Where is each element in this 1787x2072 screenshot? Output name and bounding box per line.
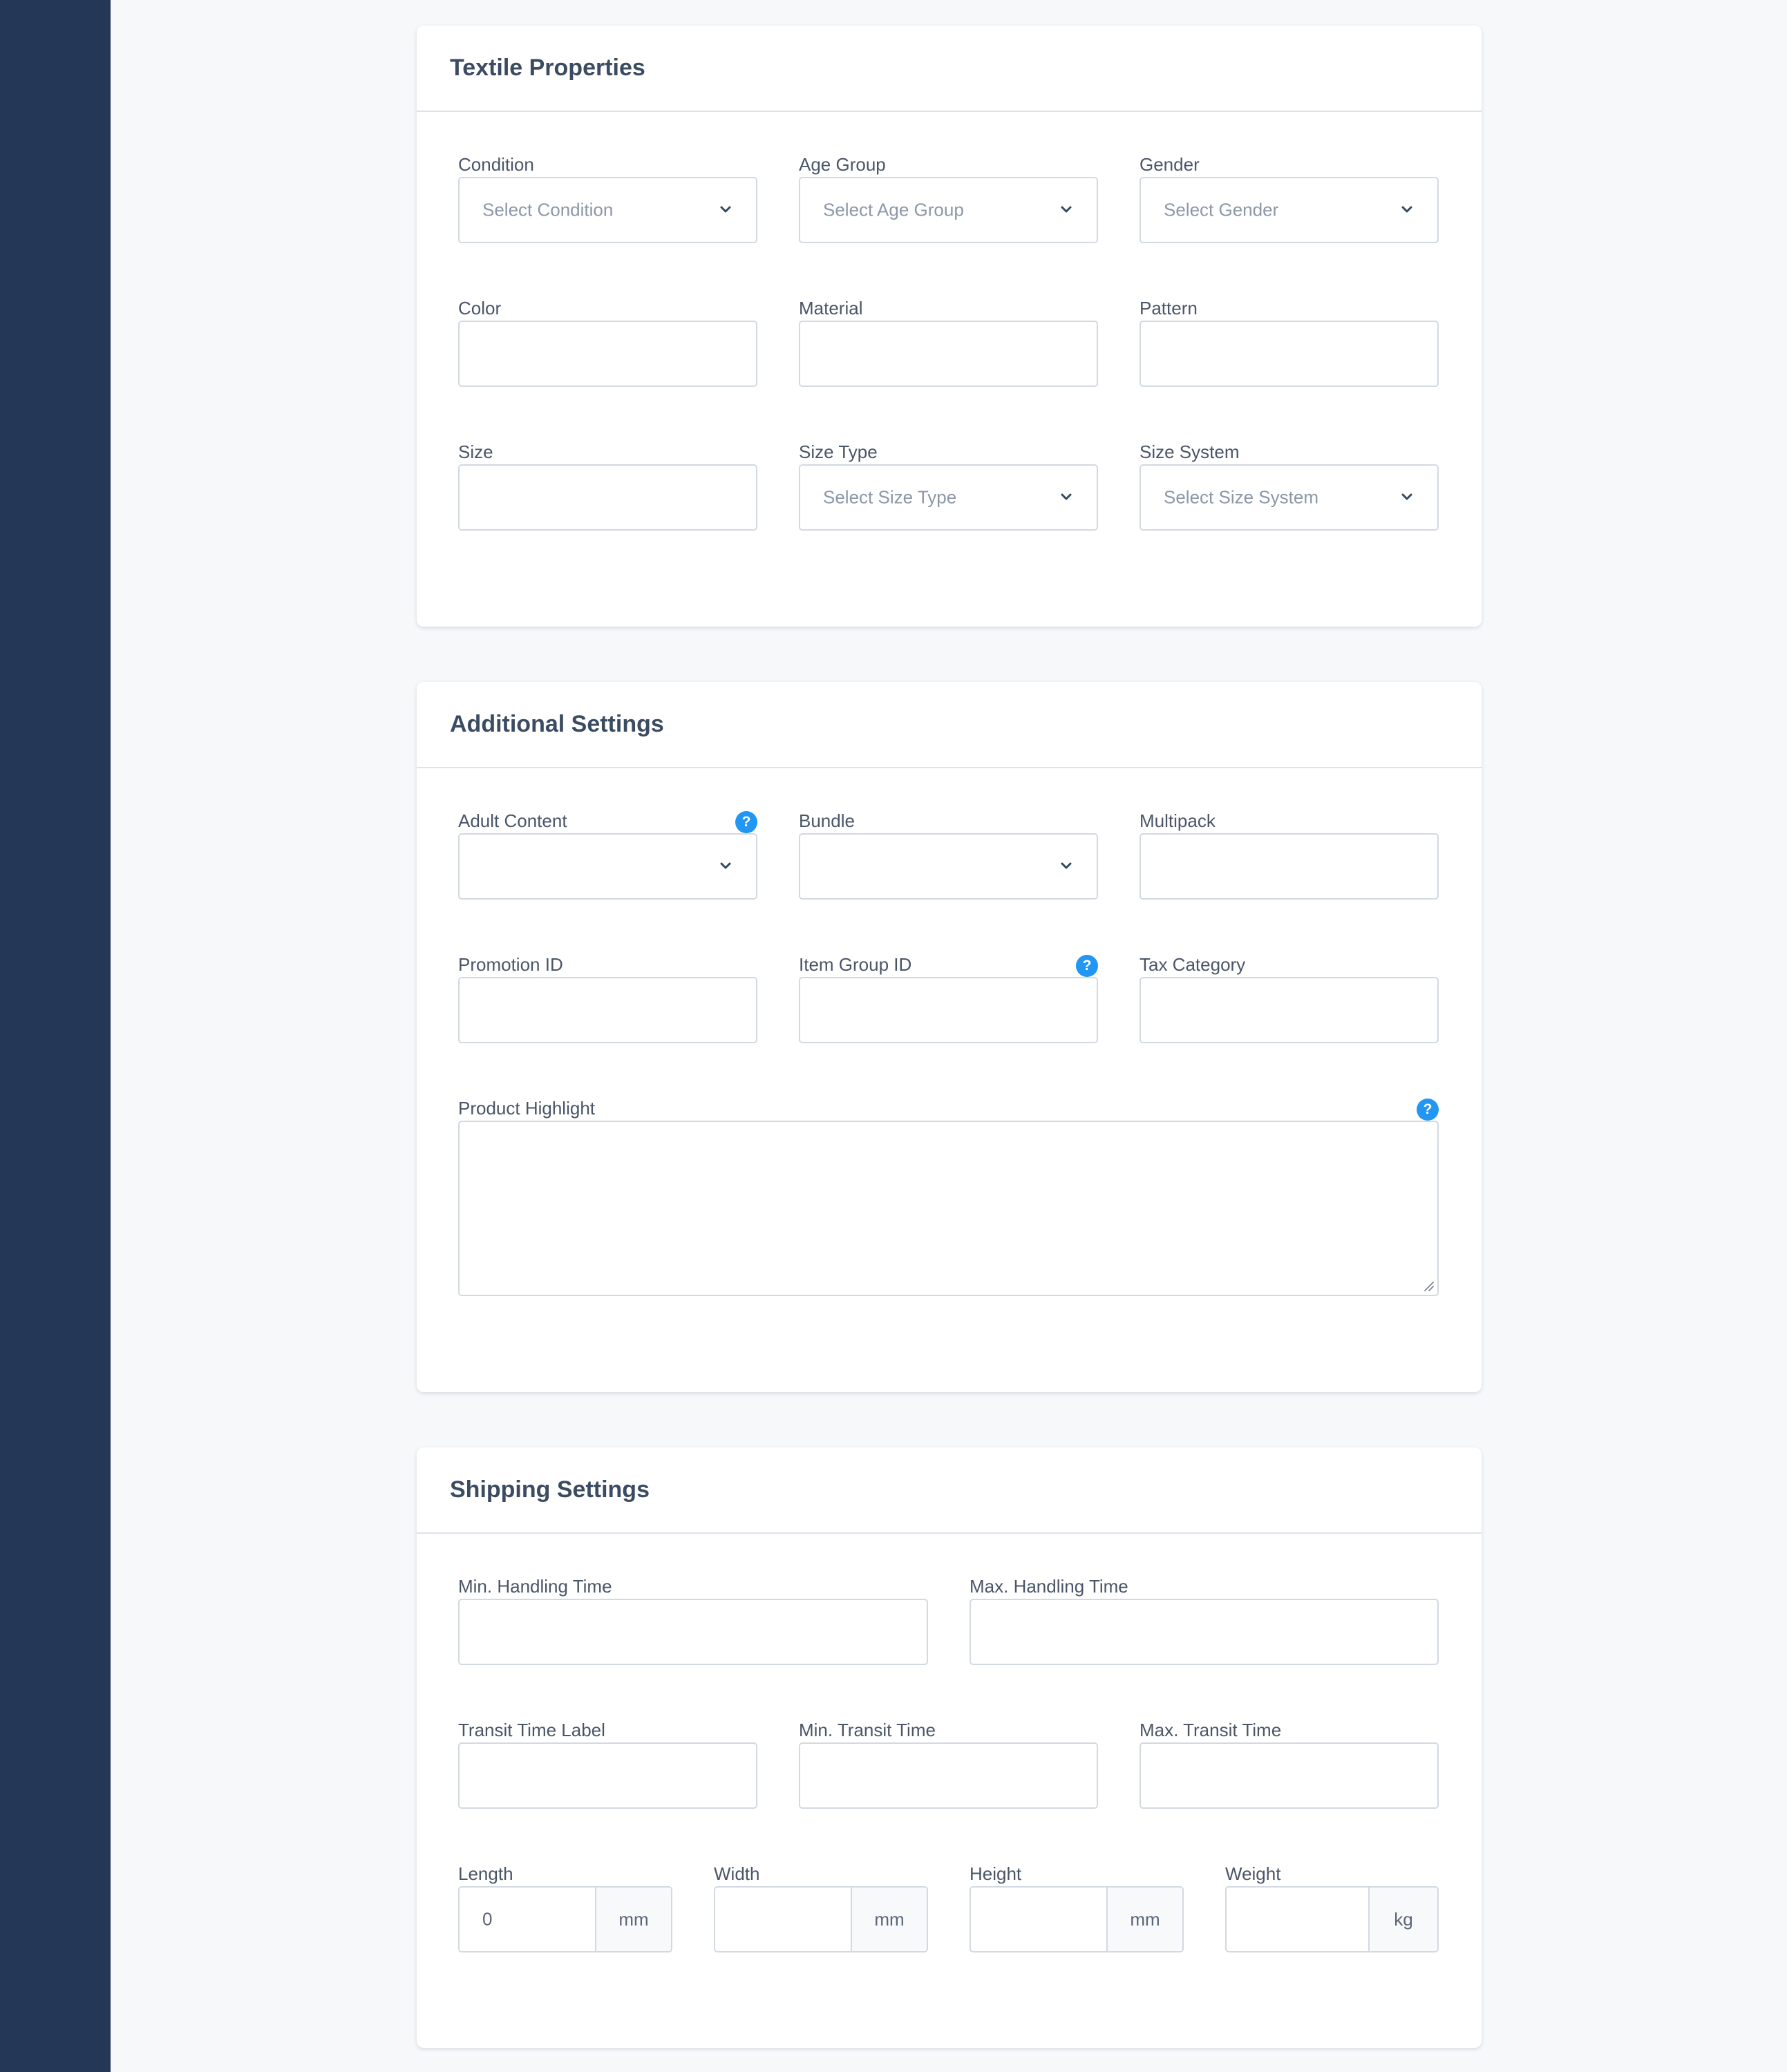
chevron-down-icon [1061, 206, 1072, 213]
length-input-group: 0 mm [458, 1886, 672, 1952]
resize-handle-icon[interactable] [1422, 1280, 1435, 1292]
min-transit-time-input[interactable] [799, 1742, 1098, 1809]
select-placeholder: Select Size Type [823, 486, 957, 508]
card-header: Additional Settings [417, 682, 1482, 768]
help-icon[interactable]: ? [1417, 1099, 1439, 1121]
condition-select[interactable]: Select Condition [458, 177, 757, 243]
card-title: Additional Settings [450, 711, 664, 737]
gender-select[interactable]: Select Gender [1140, 177, 1439, 243]
field-label: Height [970, 1863, 1022, 1884]
weight-input[interactable] [1227, 1888, 1370, 1951]
additional-settings-card: Additional Settings Adult Content ? Bund… [417, 682, 1482, 1392]
select-placeholder: Select Age Group [823, 199, 964, 220]
chevron-down-icon [1061, 493, 1072, 500]
size-system-select[interactable]: Select Size System [1140, 464, 1439, 531]
field-label: Width [714, 1863, 760, 1884]
sidebar [0, 0, 111, 2072]
length-input[interactable]: 0 [460, 1888, 596, 1951]
height-input[interactable] [971, 1888, 1108, 1951]
select-placeholder: Select Condition [482, 199, 614, 220]
textile-properties-card: Textile Properties Condition Select Cond… [417, 26, 1482, 627]
unit-addon: mm [1108, 1888, 1182, 1951]
field-label: Transit Time Label [458, 1720, 605, 1740]
field-label: Condition [458, 154, 534, 175]
width-input[interactable] [715, 1888, 852, 1951]
field-label: Length [458, 1863, 513, 1884]
field-label: Min. Transit Time [799, 1720, 936, 1740]
field-label: Multipack [1140, 810, 1216, 831]
max-handling-time-input[interactable] [970, 1599, 1439, 1665]
field-label: Max. Transit Time [1140, 1720, 1282, 1740]
select-placeholder: Select Size System [1164, 486, 1318, 508]
field-label: Size [458, 441, 493, 462]
product-highlight-textarea[interactable] [458, 1121, 1439, 1296]
pattern-input[interactable] [1140, 321, 1439, 387]
material-input[interactable] [799, 321, 1098, 387]
field-label: Size Type [799, 441, 878, 462]
size-input[interactable] [458, 464, 757, 531]
field-label: Max. Handling Time [970, 1576, 1128, 1597]
field-label: Promotion ID [458, 954, 563, 975]
field-label: Color [458, 298, 502, 319]
min-handling-time-input[interactable] [458, 1599, 928, 1665]
tax-category-input[interactable] [1140, 977, 1439, 1043]
input-value: 0 [482, 1908, 493, 1930]
age-group-select[interactable]: Select Age Group [799, 177, 1098, 243]
card-title: Shipping Settings [450, 1476, 650, 1503]
unit-addon: kg [1370, 1888, 1437, 1951]
chevron-down-icon [1401, 493, 1412, 500]
field-label: Adult Content [458, 810, 567, 831]
transit-time-label-input[interactable] [458, 1742, 757, 1809]
unit-addon: mm [852, 1888, 927, 1951]
field-label: Material [799, 298, 863, 319]
field-label: Pattern [1140, 298, 1198, 319]
field-label: Bundle [799, 810, 855, 831]
select-placeholder: Select Gender [1164, 199, 1279, 220]
help-icon[interactable]: ? [735, 811, 757, 833]
color-input[interactable] [458, 321, 757, 387]
chevron-down-icon [720, 206, 731, 213]
size-type-select[interactable]: Select Size Type [799, 464, 1098, 531]
chevron-down-icon [1401, 206, 1412, 213]
weight-input-group: kg [1225, 1886, 1439, 1952]
chevron-down-icon [1061, 862, 1072, 869]
max-transit-time-input[interactable] [1140, 1742, 1439, 1809]
field-label: Gender [1140, 154, 1200, 175]
field-label: Item Group ID [799, 954, 912, 975]
width-input-group: mm [714, 1886, 928, 1952]
help-icon[interactable]: ? [1076, 955, 1098, 977]
height-input-group: mm [970, 1886, 1184, 1952]
adult-content-select[interactable] [458, 833, 757, 900]
chevron-down-icon [720, 862, 731, 869]
field-label: Tax Category [1140, 954, 1246, 975]
shipping-settings-card: Shipping Settings Min. Handling Time Max… [417, 1447, 1482, 2048]
card-header: Textile Properties [417, 26, 1482, 112]
card-header: Shipping Settings [417, 1447, 1482, 1534]
promotion-id-input[interactable] [458, 977, 757, 1043]
field-label: Min. Handling Time [458, 1576, 612, 1597]
multipack-input[interactable] [1140, 833, 1439, 900]
field-label: Age Group [799, 154, 886, 175]
field-label: Product Highlight [458, 1098, 595, 1119]
field-label: Size System [1140, 441, 1240, 462]
bundle-select[interactable] [799, 833, 1098, 900]
item-group-id-input[interactable] [799, 977, 1098, 1043]
unit-addon: mm [596, 1888, 671, 1951]
field-label: Weight [1225, 1863, 1281, 1884]
card-title: Textile Properties [450, 55, 645, 81]
